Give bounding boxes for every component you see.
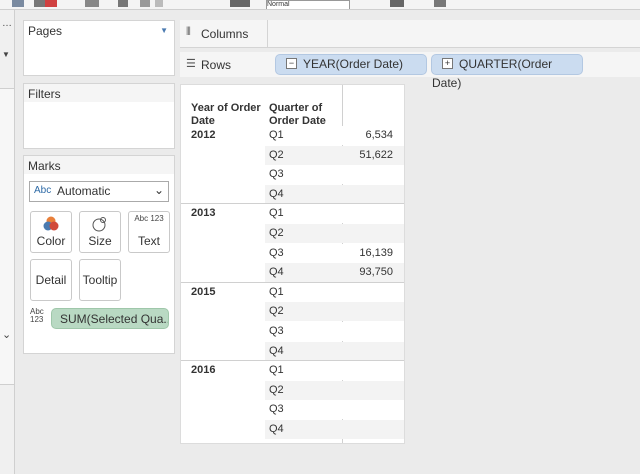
color-label: Color [36,234,66,248]
data-pane-scrollbar[interactable]: … ▼ ⌄ [0,10,15,474]
quarter-cell[interactable]: Q2 [269,227,284,239]
text-button[interactable]: Abc 123 Text [128,211,170,253]
table-row[interactable] [265,282,404,302]
color-button[interactable]: Color [30,211,72,253]
collapse-icon[interactable]: − [286,58,297,70]
value-cell[interactable]: 6,534 [343,129,393,141]
value-cell[interactable]: 93,750 [343,266,393,278]
pages-card[interactable]: Pages ▼ [23,20,175,76]
table-row[interactable] [265,341,404,361]
table-row[interactable] [265,361,404,381]
toolbar-icon[interactable] [155,0,163,7]
pages-title: Pages [28,24,63,38]
toolbar-icon[interactable] [85,0,99,7]
text-label: Text [137,234,160,248]
mark-type-value: Automatic [57,184,111,198]
quarter-cell[interactable]: Q3 [269,247,284,259]
table-row[interactable] [265,165,404,185]
quarter-cell[interactable]: Q1 [269,207,284,219]
quarter-order-date-pill[interactable]: + QUARTER(Order Date) [431,54,583,90]
table-row[interactable] [265,184,404,204]
marks-card: Marks Abc Automatic ⌄ Color Size Abc 123… [23,155,175,354]
sum-measure-pill[interactable]: SUM(Selected Qua.. [51,308,169,329]
quarter-cell[interactable]: Q4 [269,423,284,435]
quarter-cell[interactable]: Q3 [269,403,284,415]
text-icon: Abc 123 [134,214,164,223]
crosstab-view[interactable]: Year of Order Date Quarter of Order Date… [180,84,405,444]
chevron-down-icon: ⌄ [153,183,164,197]
columns-shelf[interactable]: ⦀ Columns [180,20,640,48]
size-button[interactable]: Size [79,211,121,253]
toolbar-icon[interactable] [230,0,250,7]
ellipsis-icon: … [2,18,12,29]
expand-icon[interactable]: + [442,58,453,70]
toolbar-icon[interactable] [118,0,128,7]
rows-label: Rows [201,58,232,72]
quarter-cell[interactable]: Q4 [269,266,284,278]
quarter-cell[interactable]: Q1 [269,129,284,141]
size-label: Size [88,234,112,248]
columns-icon: ⦀ [186,26,191,38]
toolbar-icon[interactable] [434,0,446,7]
size-icon [92,217,106,232]
toolbar-icon[interactable] [12,0,24,7]
quarter-cell[interactable]: Q2 [269,305,284,317]
tooltip-label: Tooltip [82,273,118,287]
table-row[interactable] [265,322,404,341]
quarter-cell[interactable]: Q1 [269,286,284,298]
year-label[interactable]: 2016 [191,364,215,376]
card-menu-icon[interactable]: ▼ [160,26,168,35]
table-row[interactable] [265,204,404,224]
color-icon [43,216,59,231]
quarter-cell[interactable]: Q2 [269,384,284,396]
value-cell[interactable]: 16,139 [343,247,393,259]
table-row[interactable] [265,224,404,243]
quarter-cell[interactable]: Q4 [269,188,284,200]
text-encoding-icon: Abc 123 [30,307,44,324]
quarter-cell[interactable]: Q4 [269,345,284,357]
toolbar: Normal [0,0,640,10]
year-pill-label: YEAR(Order Date) [303,57,404,71]
chevron-down-icon[interactable]: ⌄ [2,328,11,341]
year-label[interactable]: 2013 [191,207,215,219]
measure-pill-label: SUM(Selected Qua.. [60,312,169,326]
rows-icon: ☰ [186,58,196,70]
filters-title: Filters [28,87,61,101]
quarter-cell[interactable]: Q2 [269,149,284,161]
table-row[interactable] [265,400,404,420]
year-label[interactable]: 2012 [191,129,215,141]
value-cell[interactable]: 51,622 [343,149,393,161]
toolbar-icon[interactable] [140,0,150,7]
mark-type-dropdown[interactable]: Abc Automatic ⌄ [29,181,169,202]
toolbar-icon[interactable] [390,0,404,7]
fit-dropdown[interactable]: Normal [266,0,350,9]
table-row[interactable] [265,420,404,439]
clear-sheet-icon[interactable] [45,0,57,7]
quarter-cell[interactable]: Q3 [269,168,284,180]
year-header[interactable]: Year of Order Date [191,102,267,128]
quarter-header[interactable]: Quarter of Order Date [269,102,339,128]
marks-title: Marks [28,159,61,173]
quarter-cell[interactable]: Q1 [269,364,284,376]
year-order-date-pill[interactable]: − YEAR(Order Date) [275,54,427,75]
detail-label: Detail [35,273,67,287]
columns-label: Columns [201,27,249,41]
filters-card[interactable]: Filters [23,83,175,149]
table-row[interactable] [265,302,404,322]
detail-button[interactable]: Detail [30,259,72,301]
chevron-down-icon[interactable]: ▼ [2,50,10,59]
year-label[interactable]: 2015 [191,286,215,298]
quarter-cell[interactable]: Q3 [269,325,284,337]
fit-dropdown-value: Normal [267,1,290,8]
tooltip-button[interactable]: Tooltip [79,259,121,301]
mark-type-icon: Abc [34,185,52,196]
table-row[interactable] [265,380,404,400]
